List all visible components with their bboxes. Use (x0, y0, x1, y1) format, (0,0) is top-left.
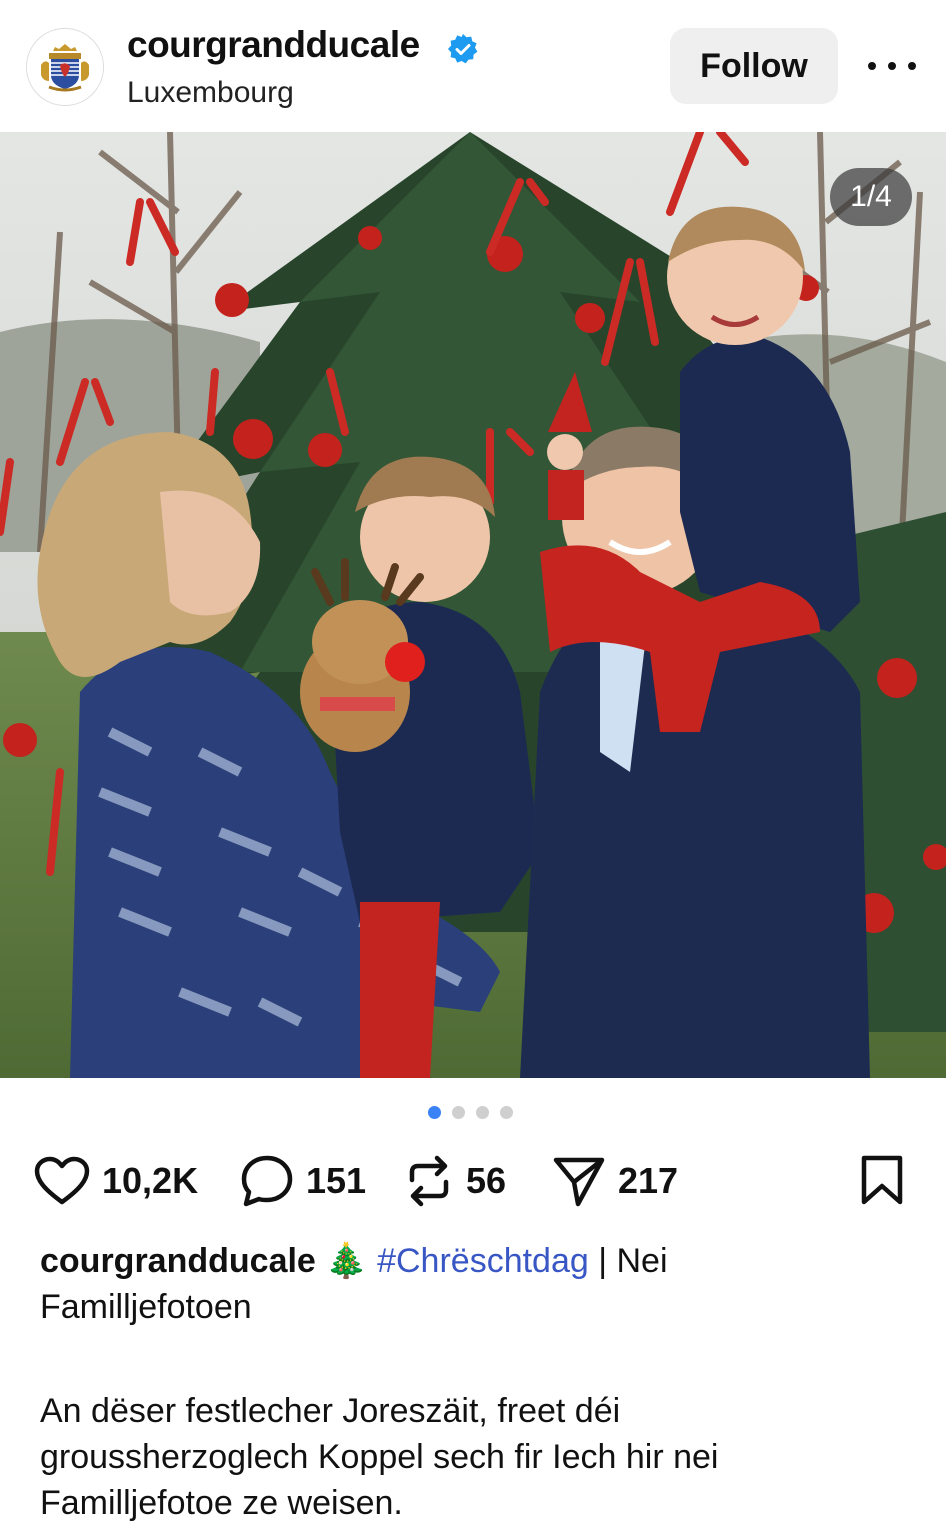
follow-button[interactable]: Follow (670, 28, 838, 104)
like-action[interactable]: 10,2K (34, 1150, 198, 1212)
header-location[interactable]: Luxembourg (127, 76, 294, 110)
carousel-dot[interactable] (452, 1106, 465, 1119)
repost-icon[interactable] (404, 1154, 454, 1208)
carousel-dot[interactable] (500, 1106, 513, 1119)
hashtag-link[interactable]: #Chrëschtdag (377, 1242, 589, 1280)
share-action[interactable]: 217 (552, 1150, 678, 1212)
comment-action[interactable]: 151 (240, 1150, 366, 1212)
description-line: groussherzoglech Koppel sech fir Iech hi… (40, 1438, 719, 1476)
slide-counter: 1/4 (830, 168, 912, 226)
shares-count[interactable]: 217 (618, 1160, 678, 1202)
carousel-dot-active[interactable] (428, 1106, 441, 1119)
reposts-count[interactable]: 56 (466, 1160, 506, 1202)
more-options-icon[interactable] (868, 52, 916, 80)
header-username[interactable]: courgrandducale (127, 24, 420, 66)
post-description: An dëser festlecher Joreszäit, freet déi… (40, 1388, 920, 1526)
repost-action[interactable]: 56 (404, 1150, 506, 1212)
description-line: Familljefotoe ze weisen. (40, 1484, 403, 1522)
caption-username[interactable]: courgrandducale (40, 1242, 316, 1280)
profile-avatar[interactable] (26, 28, 104, 106)
caption-title-part: | Nei (588, 1242, 668, 1280)
description-line: An dëser festlecher Joreszäit, freet déi (40, 1392, 621, 1430)
send-icon[interactable] (552, 1154, 606, 1208)
likes-count[interactable]: 10,2K (102, 1160, 198, 1202)
comment-icon[interactable] (240, 1154, 294, 1208)
carousel-dot[interactable] (476, 1106, 489, 1119)
action-bar: 10,2K 151 56 217 (0, 1150, 946, 1212)
carousel-indicator (428, 1106, 513, 1119)
family-christmas-photo (0, 132, 946, 1078)
coat-of-arms-icon (27, 29, 103, 105)
christmas-tree-emoji: 🎄 (325, 1242, 368, 1280)
heart-icon[interactable] (34, 1156, 90, 1206)
verified-badge-icon (448, 34, 478, 64)
caption-title-line2: Familljefotoen (40, 1288, 252, 1326)
comments-count[interactable]: 151 (306, 1160, 366, 1202)
post-header: courgrandducale Luxembourg Follow (0, 0, 946, 132)
post-photo[interactable] (0, 132, 946, 1078)
post-caption: courgrandducale 🎄 #Chrëschtdag | Nei Fam… (40, 1238, 910, 1330)
bookmark-icon[interactable] (858, 1154, 906, 1206)
